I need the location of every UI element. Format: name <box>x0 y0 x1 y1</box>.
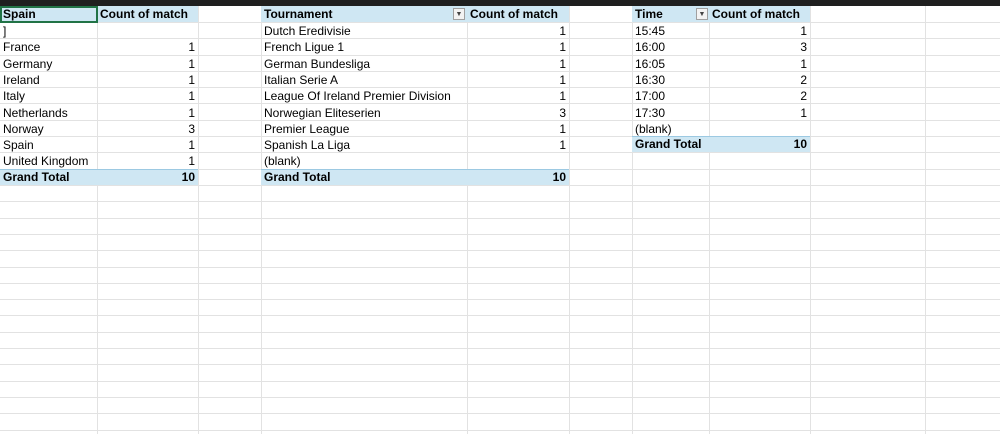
pivot-row-value[interactable]: 1 <box>709 23 810 39</box>
pivot-row-label[interactable]: (blank) <box>632 121 709 137</box>
row-gridline <box>0 364 1000 365</box>
pivot-row-label[interactable]: German Bundesliga <box>261 56 467 72</box>
pivot-row-value[interactable]: 1 <box>97 88 198 104</box>
pivot-row-value[interactable]: 1 <box>709 105 810 121</box>
row-gridline <box>0 201 1000 202</box>
pivot-row-label[interactable]: Netherlands <box>0 105 97 121</box>
pivot-row-value[interactable]: 1 <box>467 56 569 72</box>
pivot-row-value[interactable] <box>709 121 810 137</box>
pivot-row-field-header[interactable]: Spain <box>0 6 97 22</box>
grand-total-label[interactable]: Grand Total <box>632 136 709 152</box>
pivot-row-value[interactable]: 1 <box>709 56 810 72</box>
pivot-row-label[interactable]: League Of Ireland Premier Division <box>261 88 467 104</box>
pivot-row-label[interactable]: Italy <box>0 88 97 104</box>
row-gridline <box>0 430 1000 431</box>
row-gridline <box>0 185 1000 186</box>
row-gridline <box>0 267 1000 268</box>
pivot-row-value[interactable]: 3 <box>467 105 569 121</box>
pivot-row-label[interactable]: Dutch Eredivisie <box>261 23 467 39</box>
row-gridline <box>0 413 1000 414</box>
pivot-row-label[interactable]: 17:30 <box>632 105 709 121</box>
row-gridline <box>0 283 1000 284</box>
pivot-row-label[interactable]: 16:30 <box>632 72 709 88</box>
pivot-row-label[interactable]: (blank) <box>261 153 467 169</box>
pivot-row-label[interactable]: Germany <box>0 56 97 72</box>
pivot-value-header[interactable]: Count of match <box>97 6 198 22</box>
grand-total-value[interactable]: 10 <box>709 136 810 152</box>
row-gridline <box>0 381 1000 382</box>
row-gridline <box>0 234 1000 235</box>
chevron-down-icon[interactable]: ▼ <box>453 8 465 20</box>
pivot-row-field-header[interactable]: Time <box>632 6 696 22</box>
row-gridline <box>0 299 1000 300</box>
pivot-row-value[interactable]: 1 <box>467 72 569 88</box>
pivot-row-field-header[interactable]: Tournament <box>261 6 453 22</box>
pivot-row-value[interactable] <box>467 153 569 169</box>
pivot-row-value[interactable]: 2 <box>709 88 810 104</box>
pivot-row-label[interactable]: United Kingdom <box>0 153 97 169</box>
chevron-down-icon[interactable]: ▼ <box>696 8 708 20</box>
pivot-row-label[interactable]: Norway <box>0 121 97 137</box>
pivot-row-value[interactable]: 1 <box>467 88 569 104</box>
pivot-row-value[interactable]: 1 <box>97 105 198 121</box>
row-gridline <box>0 250 1000 251</box>
pivot-row-label[interactable]: 16:00 <box>632 39 709 55</box>
pivot-value-header[interactable]: Count of match <box>467 6 569 22</box>
pivot-row-value[interactable]: 3 <box>709 39 810 55</box>
row-gridline <box>0 348 1000 349</box>
pivot-row-value[interactable]: 1 <box>467 137 569 153</box>
pivot-row-label[interactable]: 15:45 <box>632 23 709 39</box>
pivot-row-label[interactable]: Ireland <box>0 72 97 88</box>
pivot-row-value[interactable]: 3 <box>97 121 198 137</box>
pivot-row-label[interactable]: 17:00 <box>632 88 709 104</box>
pivot-row-value[interactable]: 1 <box>97 153 198 169</box>
pivot-row-label[interactable]: French Ligue 1 <box>261 39 467 55</box>
spreadsheet-grid[interactable]: Spain Count of match ] France 1 Germany 1 Ire… <box>0 0 1000 434</box>
pivot-row-label[interactable]: France <box>0 39 97 55</box>
pivot-row-label[interactable]: Spanish La Liga <box>261 137 467 153</box>
pivot-row-value[interactable]: 1 <box>467 121 569 137</box>
pivot-row-value[interactable]: 1 <box>467 23 569 39</box>
pivot-row-label[interactable]: Spain <box>0 137 97 153</box>
pivot-row-value[interactable] <box>97 23 198 39</box>
pivot-row-label[interactable]: Norwegian Eliteserien <box>261 105 467 121</box>
pivot-row-value[interactable]: 1 <box>97 56 198 72</box>
pivot-row-value[interactable]: 2 <box>709 72 810 88</box>
pivot-row-label[interactable]: 16:05 <box>632 56 709 72</box>
pivot-row-label[interactable]: ] <box>0 23 97 39</box>
pivot-row-value[interactable]: 1 <box>97 137 198 153</box>
grand-total-value[interactable]: 10 <box>97 169 198 185</box>
row-gridline <box>0 315 1000 316</box>
pivot-row-value[interactable]: 1 <box>97 39 198 55</box>
pivot-row-value[interactable]: 1 <box>467 39 569 55</box>
pivot-value-header[interactable]: Count of match <box>709 6 810 22</box>
pivot-row-label[interactable]: Italian Serie A <box>261 72 467 88</box>
row-gridline <box>0 397 1000 398</box>
pivot-row-label[interactable]: Premier League <box>261 121 467 137</box>
pivot-row-value[interactable]: 1 <box>97 72 198 88</box>
grand-total-label[interactable]: Grand Total <box>0 169 97 185</box>
grand-total-value[interactable]: 10 <box>467 169 569 185</box>
grand-total-label[interactable]: Grand Total <box>261 169 467 185</box>
row-gridline <box>0 332 1000 333</box>
row-gridline <box>0 218 1000 219</box>
